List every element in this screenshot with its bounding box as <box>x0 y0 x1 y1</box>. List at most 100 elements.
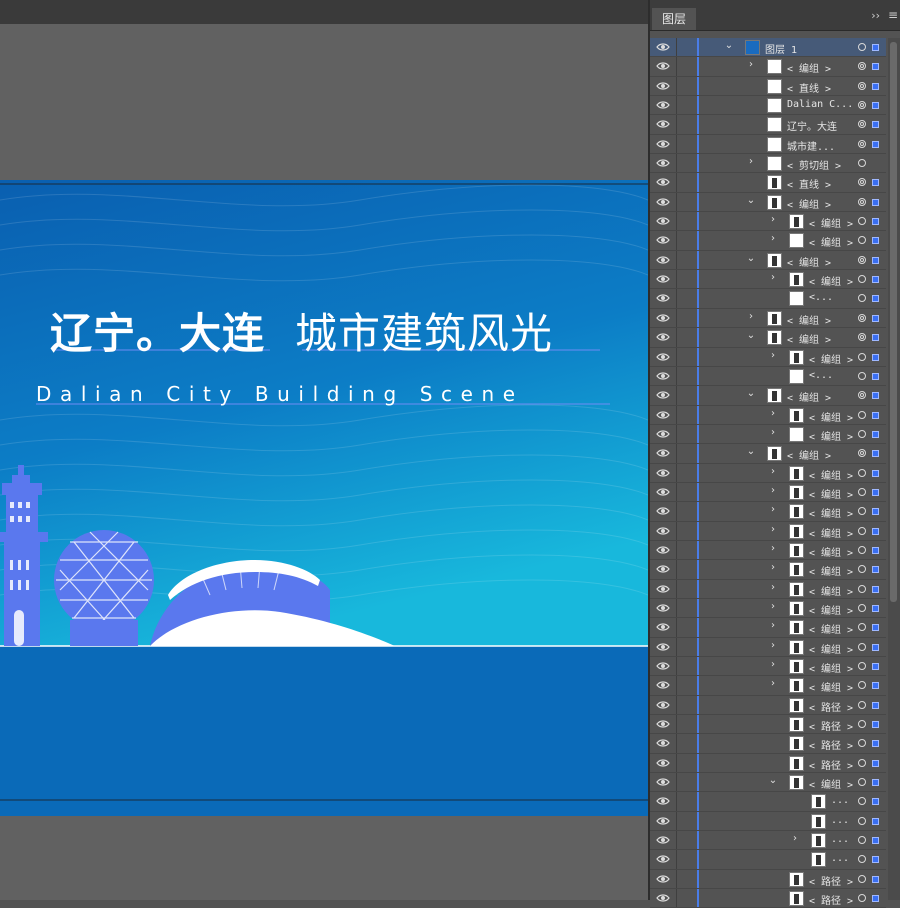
layer-name[interactable]: < 编组 > <box>809 409 853 424</box>
chevron-right-icon[interactable]: › <box>768 466 778 477</box>
layer-row[interactable]: ⌄ < 编组 > <box>650 773 886 793</box>
target-circle-icon[interactable] <box>858 894 866 903</box>
visibility-eye-icon[interactable] <box>656 562 670 576</box>
lock-column[interactable] <box>676 76 677 96</box>
chevron-right-icon[interactable]: › <box>768 524 778 535</box>
chevron-right-icon[interactable]: › <box>768 640 778 651</box>
selection-indicator-icon[interactable] <box>872 276 879 284</box>
layer-row[interactable]: 辽宁。大连 <box>650 115 886 135</box>
layer-row[interactable]: › < 编组 > <box>650 502 886 522</box>
layer-row[interactable]: › < 编组 > <box>650 579 886 599</box>
target-circle-icon[interactable] <box>858 352 866 361</box>
selection-indicator-icon[interactable] <box>872 856 879 864</box>
lock-column[interactable] <box>676 850 677 869</box>
layer-name[interactable]: <... <box>809 292 833 303</box>
layer-name[interactable]: < 路径 > <box>809 737 853 752</box>
layer-row[interactable]: › < 编组 > <box>650 424 886 445</box>
target-circle-icon[interactable] <box>858 526 866 535</box>
selection-indicator-icon[interactable] <box>872 392 879 400</box>
selection-indicator-icon[interactable] <box>872 643 879 651</box>
visibility-eye-icon[interactable] <box>656 678 670 692</box>
target-circle-icon[interactable] <box>858 159 866 168</box>
double-chevron-right-icon[interactable]: ›› <box>871 9 880 22</box>
layer-row[interactable]: › < 编组 > <box>650 308 886 329</box>
selection-indicator-icon[interactable] <box>872 508 879 516</box>
lock-column[interactable] <box>676 598 677 618</box>
layer-name[interactable]: < 编组 > <box>809 525 853 540</box>
layers-tab[interactable]: 图层 <box>652 8 696 30</box>
visibility-eye-icon[interactable] <box>656 79 670 93</box>
lock-column[interactable] <box>676 540 677 560</box>
layer-name[interactable]: < 路径 > <box>809 757 853 772</box>
layer-row[interactable]: › < 编组 > <box>650 560 886 580</box>
chevron-right-icon[interactable]: › <box>768 620 778 631</box>
layer-row[interactable]: › < 编组 > <box>650 482 886 503</box>
visibility-eye-icon[interactable] <box>656 40 670 54</box>
selection-indicator-icon[interactable] <box>872 740 879 748</box>
target-circle-icon[interactable] <box>858 391 866 400</box>
layer-name[interactable]: < 编组 > <box>787 254 831 269</box>
target-circle-icon[interactable] <box>858 410 866 419</box>
target-circle-icon[interactable] <box>858 816 866 825</box>
selection-indicator-icon[interactable] <box>872 604 879 612</box>
lock-column[interactable] <box>676 250 677 270</box>
selection-indicator-icon[interactable] <box>872 469 879 477</box>
target-circle-icon[interactable] <box>858 43 866 51</box>
layer-row[interactable]: <... <box>650 366 886 387</box>
target-circle-icon[interactable] <box>858 778 866 787</box>
chevron-down-icon[interactable]: ⌄ <box>746 446 756 457</box>
layer-name[interactable]: < 编组 > <box>809 351 853 366</box>
layer-row[interactable]: › < 编组 > <box>650 270 886 290</box>
visibility-eye-icon[interactable] <box>656 446 670 460</box>
selection-indicator-icon[interactable] <box>872 44 879 51</box>
target-circle-icon[interactable] <box>858 642 866 651</box>
lock-column[interactable] <box>676 463 677 482</box>
visibility-eye-icon[interactable] <box>656 717 670 731</box>
chevron-right-icon[interactable]: › <box>768 408 778 419</box>
visibility-eye-icon[interactable] <box>656 311 670 325</box>
lock-column[interactable] <box>676 753 677 773</box>
layer-name[interactable]: ... <box>831 815 849 826</box>
lock-column[interactable] <box>676 134 677 154</box>
layer-name[interactable]: < 编组 > <box>809 486 853 501</box>
target-circle-icon[interactable] <box>858 255 866 264</box>
visibility-eye-icon[interactable] <box>656 736 670 750</box>
visibility-eye-icon[interactable] <box>656 156 670 170</box>
chevron-right-icon[interactable]: › <box>768 272 778 283</box>
target-circle-icon[interactable] <box>858 681 866 690</box>
layer-row[interactable]: Dalian C... <box>650 96 886 116</box>
chevron-right-icon[interactable]: › <box>768 562 778 573</box>
chevron-down-icon[interactable]: ⌄ <box>768 775 778 786</box>
layer-name[interactable]: < 编组 > <box>809 467 853 482</box>
target-circle-icon[interactable] <box>858 623 866 632</box>
layer-row[interactable]: › < 编组 > <box>650 618 886 638</box>
layer-name[interactable]: < 编组 > <box>809 641 853 656</box>
layer-name[interactable]: ... <box>831 853 849 864</box>
target-circle-icon[interactable] <box>858 120 866 129</box>
layers-scrollbar[interactable] <box>888 38 900 900</box>
selection-indicator-icon[interactable] <box>872 779 879 787</box>
target-circle-icon[interactable] <box>858 81 866 90</box>
selection-indicator-icon[interactable] <box>872 411 879 419</box>
layer-name[interactable]: < 编组 > <box>809 544 853 559</box>
layer-row[interactable]: ⌄ < 编组 > <box>650 444 886 464</box>
lock-column[interactable] <box>676 328 677 347</box>
layer-name[interactable]: 图层 1 <box>765 41 797 56</box>
layer-row[interactable]: › < 剪切组 > <box>650 154 886 174</box>
layer-row[interactable]: ›... <box>650 831 886 851</box>
lock-column[interactable] <box>676 889 677 908</box>
artboard[interactable]: 辽宁。大连 城市建筑风光 Dalian City Building Scene <box>0 180 648 816</box>
visibility-eye-icon[interactable] <box>656 872 670 886</box>
layer-row[interactable]: › < 编组 > <box>650 540 886 561</box>
layer-row[interactable]: ⌄ < 编组 > <box>650 328 886 348</box>
layer-row[interactable]: < 路径 > <box>650 695 886 716</box>
lock-column[interactable] <box>676 792 677 811</box>
selection-indicator-icon[interactable] <box>872 875 879 883</box>
target-circle-icon[interactable] <box>858 313 866 322</box>
lock-column[interactable] <box>676 482 677 502</box>
layer-name[interactable]: < 编组 > <box>809 273 853 288</box>
visibility-eye-icon[interactable] <box>656 137 670 151</box>
visibility-eye-icon[interactable] <box>656 640 670 654</box>
layer-row[interactable]: ⌄ < 编组 > <box>650 192 886 213</box>
layer-row[interactable]: ⌄ < 编组 > <box>650 386 886 406</box>
